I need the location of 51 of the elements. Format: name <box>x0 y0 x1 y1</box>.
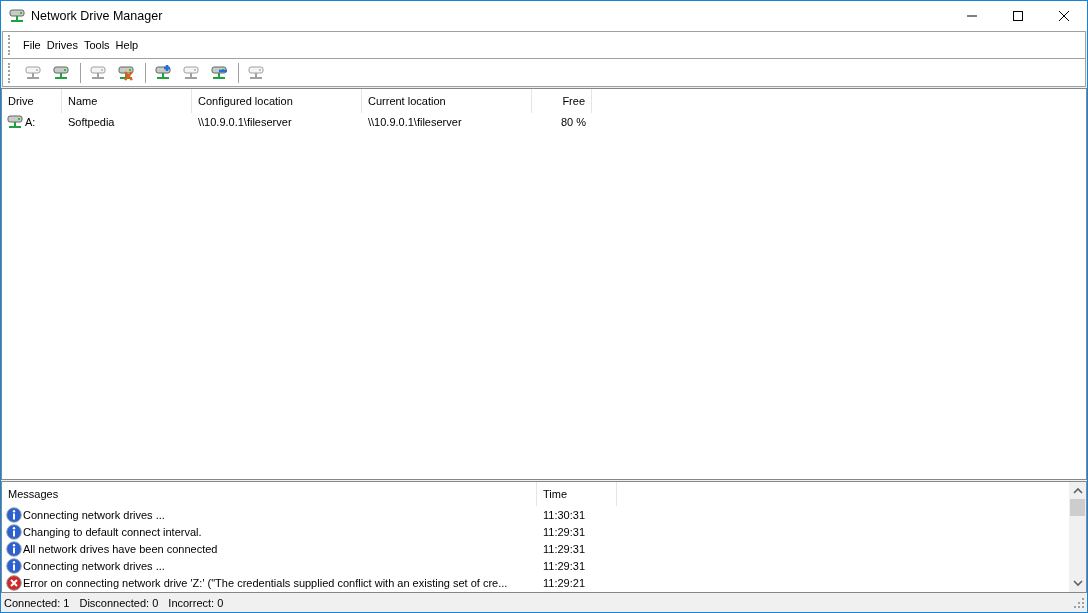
status-text: Connected: 1 <box>4 596 70 609</box>
info-icon <box>6 523 22 540</box>
close-icon <box>1058 10 1070 22</box>
column-header[interactable]: Time <box>537 482 617 506</box>
column-header[interactable]: Free <box>532 89 592 113</box>
column-header[interactable]: Messages <box>2 482 537 506</box>
info-icon <box>6 557 22 574</box>
resize-grip-icon <box>1074 597 1084 608</box>
scroll-thumb[interactable] <box>1070 499 1085 516</box>
status-text: Disconnected: 0 <box>79 596 159 609</box>
drive-cross-icon <box>117 63 135 82</box>
menu-item[interactable]: Drives <box>43 39 81 51</box>
message-time: 11:29:31 <box>542 542 585 555</box>
drive-plus-icon <box>154 63 172 82</box>
message-time: 11:30:31 <box>542 508 585 521</box>
window-title: Network Drive Manager <box>31 9 163 23</box>
message-text: Changing to default connect interval. <box>23 525 202 538</box>
network-drive-icon <box>52 63 70 82</box>
scroll-down-icon <box>1072 579 1083 587</box>
info-icon <box>6 540 22 557</box>
network-drive-icon <box>8 7 26 25</box>
scroll-up-icon <box>1072 487 1083 495</box>
network-drive-icon <box>247 63 265 82</box>
message-time: 11:29:31 <box>542 559 585 572</box>
column-header[interactable]: Name <box>62 89 192 113</box>
message-text: Error on connecting network drive 'Z:' ("The credentials supplied conflict with an existing set of cre... <box>23 576 508 589</box>
column-header[interactable]: Drive <box>2 89 62 113</box>
table-cell: \\10.9.0.1\fileserver <box>368 116 462 128</box>
table-cell: Softpedia <box>68 116 115 128</box>
table-cell: \\10.9.0.1\fileserver <box>198 116 292 128</box>
network-drive-icon <box>182 63 200 82</box>
info-icon <box>6 506 22 523</box>
menu-item[interactable]: File <box>20 39 44 51</box>
message-text: Connecting network drives ... <box>23 559 165 572</box>
table-cell: 80 % <box>560 116 586 128</box>
maximize-icon <box>1012 10 1024 22</box>
menu-item[interactable]: Tools <box>80 39 113 51</box>
menu-item[interactable]: Help <box>112 39 142 51</box>
network-drive-icon <box>24 63 42 82</box>
network-drive-icon <box>6 113 24 131</box>
column-header[interactable]: Configured location <box>192 89 362 113</box>
status-text: Incorrect: 0 <box>168 596 224 609</box>
scrollbar[interactable] <box>1069 482 1086 592</box>
network-drive-icon <box>89 63 107 82</box>
message-time: 11:29:21 <box>542 576 585 589</box>
drive-minus-icon <box>210 63 228 82</box>
message-text: All network drives have been connected <box>23 542 218 555</box>
message-time: 11:29:31 <box>542 525 585 538</box>
column-header[interactable]: Current location <box>362 89 532 113</box>
message-text: Connecting network drives ... <box>23 508 165 521</box>
table-cell: A: <box>25 116 36 128</box>
